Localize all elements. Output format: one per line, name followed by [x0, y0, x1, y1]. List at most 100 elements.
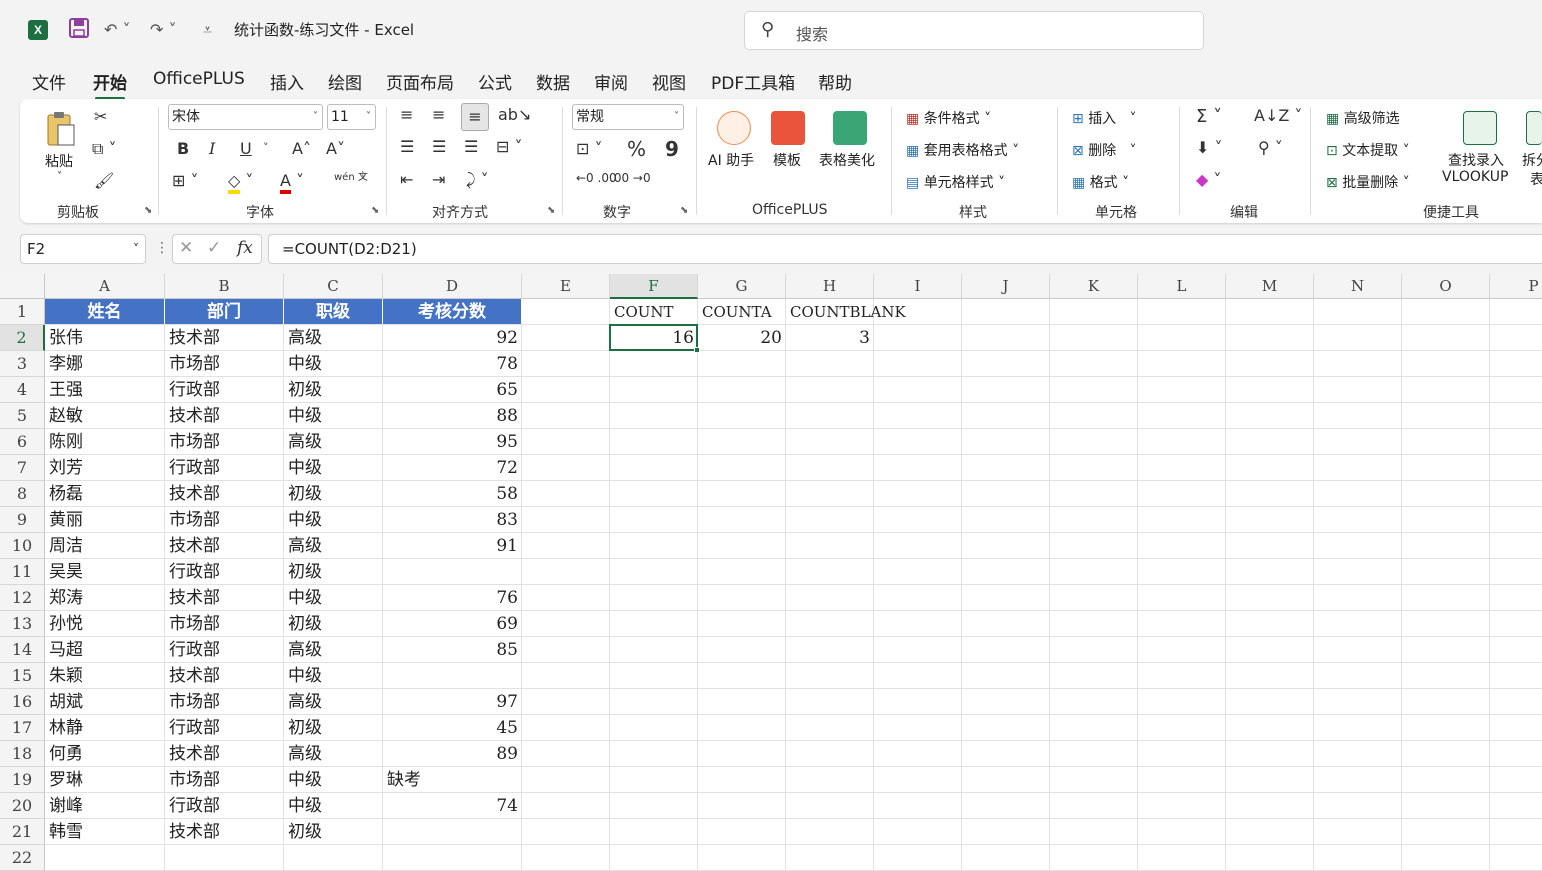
delete-cells-button[interactable]: ⊠ 删除 ˅	[1072, 140, 1137, 160]
fill-color-icon[interactable]: ◇ ˅	[228, 171, 253, 194]
table-cell[interactable]: 何勇	[45, 741, 165, 766]
row-header-6[interactable]: 6	[0, 429, 45, 455]
column-header-p[interactable]: P	[1490, 274, 1542, 299]
align-middle-icon[interactable]: ≡	[432, 105, 445, 124]
insert-cells-button[interactable]: ⊞ 插入 ˅	[1072, 108, 1137, 128]
find-select-icon[interactable]: ⚲ ˅	[1258, 138, 1283, 157]
decrease-indent-icon[interactable]: ⇤	[400, 170, 413, 189]
cancel-icon[interactable]: ✕	[179, 238, 193, 258]
name-box[interactable]: F2 ˅	[20, 234, 146, 264]
tab-help[interactable]: 帮助	[818, 69, 852, 94]
table-cell[interactable]: 行政部	[165, 637, 284, 662]
table-cell[interactable]	[383, 559, 522, 584]
column-header-a[interactable]: A	[45, 274, 165, 299]
row-header-12[interactable]: 12	[0, 585, 45, 611]
column-header-d[interactable]: D	[383, 274, 522, 299]
fill-icon[interactable]: ⬇ ˅	[1196, 138, 1223, 157]
row-header-4[interactable]: 4	[0, 377, 45, 403]
stat-label-cell[interactable]: COUNT	[610, 299, 698, 324]
table-cell[interactable]: 行政部	[165, 455, 284, 480]
table-cell[interactable]: 技术部	[165, 325, 284, 350]
stat-label-cell[interactable]: COUNTA	[698, 299, 786, 324]
table-cell[interactable]: 初级	[284, 559, 383, 584]
column-header-m[interactable]: M	[1226, 274, 1314, 299]
more-options-icon[interactable]: ⋮	[155, 240, 169, 256]
table-cell[interactable]: 高级	[284, 429, 383, 454]
lookup-button-line1[interactable]: 查找录入	[1448, 150, 1504, 170]
decrease-font-icon[interactable]: A˅	[326, 139, 345, 158]
stat-value-cell[interactable]: 20	[698, 325, 786, 350]
table-cell[interactable]: 韩雪	[45, 819, 165, 844]
row-header-3[interactable]: 3	[0, 351, 45, 377]
table-cell[interactable]: 中级	[284, 663, 383, 688]
table-cell[interactable]: 罗琳	[45, 767, 165, 792]
row-header-10[interactable]: 10	[0, 533, 45, 559]
formula-input[interactable]: =COUNT(D2:D21)	[268, 234, 1542, 264]
table-cell[interactable]: 高级	[284, 689, 383, 714]
table-cell[interactable]: 周洁	[45, 533, 165, 558]
tab-pdf-tools[interactable]: PDF工具箱	[711, 69, 795, 94]
tab-home[interactable]: 开始	[93, 69, 127, 100]
table-cell[interactable]: 市场部	[165, 507, 284, 532]
ai-assistant-icon[interactable]	[717, 111, 751, 145]
redo-icon[interactable]: ↷ ˅	[150, 17, 177, 43]
table-cell[interactable]: 初级	[284, 481, 383, 506]
table-cell[interactable]: 李娜	[45, 351, 165, 376]
table-cell[interactable]: 行政部	[165, 793, 284, 818]
table-cell[interactable]: 市场部	[165, 689, 284, 714]
column-header-l[interactable]: L	[1138, 274, 1226, 299]
fill-handle[interactable]	[694, 347, 700, 353]
row-header-17[interactable]: 17	[0, 715, 45, 741]
row-header-19[interactable]: 19	[0, 767, 45, 793]
split-button-line2[interactable]: 表	[1530, 169, 1542, 189]
table-cell[interactable]: 69	[383, 611, 522, 636]
table-cell[interactable]: 高级	[284, 741, 383, 766]
table-cell[interactable]: 技术部	[165, 533, 284, 558]
font-launcher-icon[interactable]: ⬊	[371, 205, 379, 216]
search-box[interactable]: ⚲ 搜索	[744, 11, 1204, 50]
table-cell[interactable]: 初级	[284, 715, 383, 740]
clear-icon[interactable]: ◆ ˅	[1196, 170, 1221, 189]
column-header-k[interactable]: K	[1050, 274, 1138, 299]
table-cell[interactable]: 91	[383, 533, 522, 558]
table-cell[interactable]: 技术部	[165, 585, 284, 610]
table-header-cell[interactable]: 姓名	[45, 299, 165, 324]
row-header-1[interactable]: 1	[0, 299, 45, 325]
table-beautify-button[interactable]: 表格美化	[819, 150, 875, 170]
paste-button[interactable]: 粘贴	[45, 151, 73, 171]
table-cell[interactable]: 市场部	[165, 429, 284, 454]
table-cell[interactable]: 杨磊	[45, 481, 165, 506]
row-header-5[interactable]: 5	[0, 403, 45, 429]
column-header-i[interactable]: I	[874, 274, 962, 299]
table-cell[interactable]: 市场部	[165, 767, 284, 792]
table-cell[interactable]: 缺考	[383, 767, 522, 792]
merge-center-icon[interactable]: ⊟ ˅	[496, 137, 523, 156]
table-cell[interactable]: 高级	[284, 325, 383, 350]
tab-insert[interactable]: 插入	[270, 69, 304, 94]
table-cell[interactable]: 74	[383, 793, 522, 818]
row-header-13[interactable]: 13	[0, 611, 45, 637]
clipboard-launcher-icon[interactable]: ⬊	[144, 205, 152, 216]
cut-icon[interactable]: ✂	[94, 107, 107, 126]
template-icon[interactable]	[771, 111, 805, 145]
table-cell[interactable]: 行政部	[165, 715, 284, 740]
conditional-format-button[interactable]: ▦ 条件格式 ˅	[906, 108, 991, 128]
table-cell[interactable]: 高级	[284, 637, 383, 662]
table-cell[interactable]: 中级	[284, 455, 383, 480]
column-header-o[interactable]: O	[1402, 274, 1490, 299]
column-header-c[interactable]: C	[284, 274, 383, 299]
border-icon[interactable]: ⊞ ˅	[172, 171, 199, 190]
tab-view[interactable]: 视图	[652, 69, 686, 94]
table-cell[interactable]: 郑涛	[45, 585, 165, 610]
underline-button[interactable]: U	[240, 139, 252, 158]
table-beautify-icon[interactable]	[833, 111, 867, 145]
font-size-select[interactable]: 11 ˅	[327, 104, 376, 130]
increase-indent-icon[interactable]: ⇥	[432, 170, 445, 189]
table-format-button[interactable]: ▦ 套用表格格式 ˅	[906, 140, 1019, 160]
table-cell[interactable]: 赵敏	[45, 403, 165, 428]
tab-page-layout[interactable]: 页面布局	[386, 69, 454, 94]
template-button[interactable]: 模板	[773, 150, 801, 170]
undo-icon[interactable]: ↶ ˅	[104, 17, 131, 43]
row-header-14[interactable]: 14	[0, 637, 45, 663]
percent-button[interactable]: %	[627, 137, 646, 161]
